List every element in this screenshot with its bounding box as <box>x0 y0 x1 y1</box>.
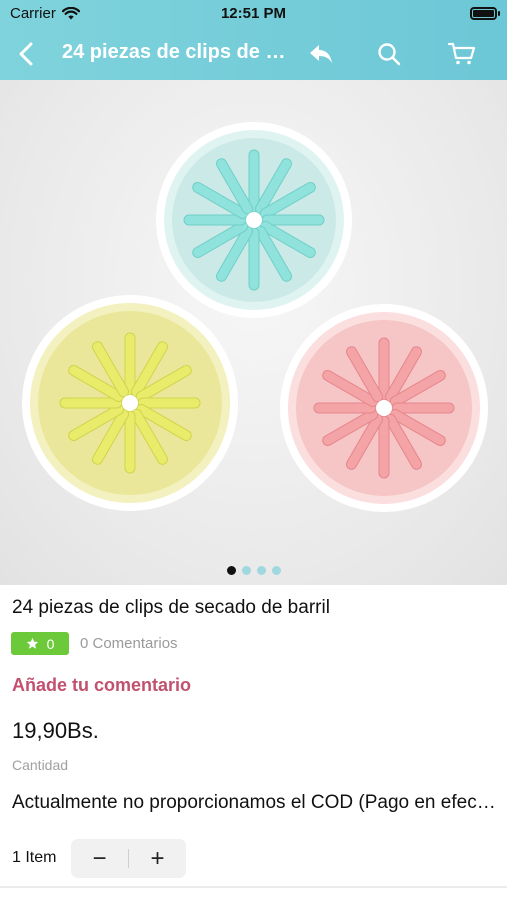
status-time: 12:51 PM <box>220 5 287 22</box>
quantity-label: Cantidad <box>12 757 69 773</box>
share-icon <box>310 45 332 63</box>
search-button[interactable] <box>371 36 407 72</box>
chevron-left-icon <box>19 42 33 66</box>
item-count: 1 Item <box>12 849 57 866</box>
product-photo <box>22 122 488 512</box>
product-title: 24 piezas de clips de secado de barril <box>12 597 330 618</box>
add-review-link[interactable]: Añade tu comentario <box>12 675 191 696</box>
search-icon <box>378 43 401 66</box>
battery-icon <box>470 7 500 20</box>
app-header: Carrier 12:51 PM 24 piezas de clips de s… <box>0 0 507 80</box>
rating-badge: 0 <box>11 632 69 655</box>
page-dot[interactable] <box>256 566 266 575</box>
status-bar: Carrier 12:51 PM <box>0 0 507 28</box>
product-price: 19,90Bs. <box>12 718 99 743</box>
comments-count[interactable]: 0 Comentarios <box>80 635 178 652</box>
back-button[interactable] <box>8 36 44 72</box>
decrement-button[interactable]: − <box>71 839 128 878</box>
bottom-divider <box>0 886 507 888</box>
quantity-stepper[interactable]: − + <box>71 839 186 878</box>
product-image-gallery[interactable] <box>0 80 507 585</box>
navigation-bar: 24 piezas de clips de secado de barril <box>0 28 507 80</box>
cod-notice[interactable]: Actualmente no proporcionamos el COD (Pa… <box>12 792 497 814</box>
page-dot[interactable] <box>226 566 236 575</box>
increment-button[interactable]: + <box>129 839 186 878</box>
page-dot[interactable] <box>241 566 251 575</box>
share-button[interactable] <box>303 36 339 72</box>
page-dot[interactable] <box>271 566 281 575</box>
star-icon <box>26 637 38 649</box>
cart-button[interactable] <box>444 36 480 72</box>
gallery-page-indicator[interactable] <box>0 566 507 575</box>
cart-icon <box>448 42 476 65</box>
rating-row: 0 0 Comentarios <box>11 632 178 655</box>
rating-value: 0 <box>46 635 55 652</box>
page-title: 24 piezas de clips de secado de barril <box>62 41 292 63</box>
